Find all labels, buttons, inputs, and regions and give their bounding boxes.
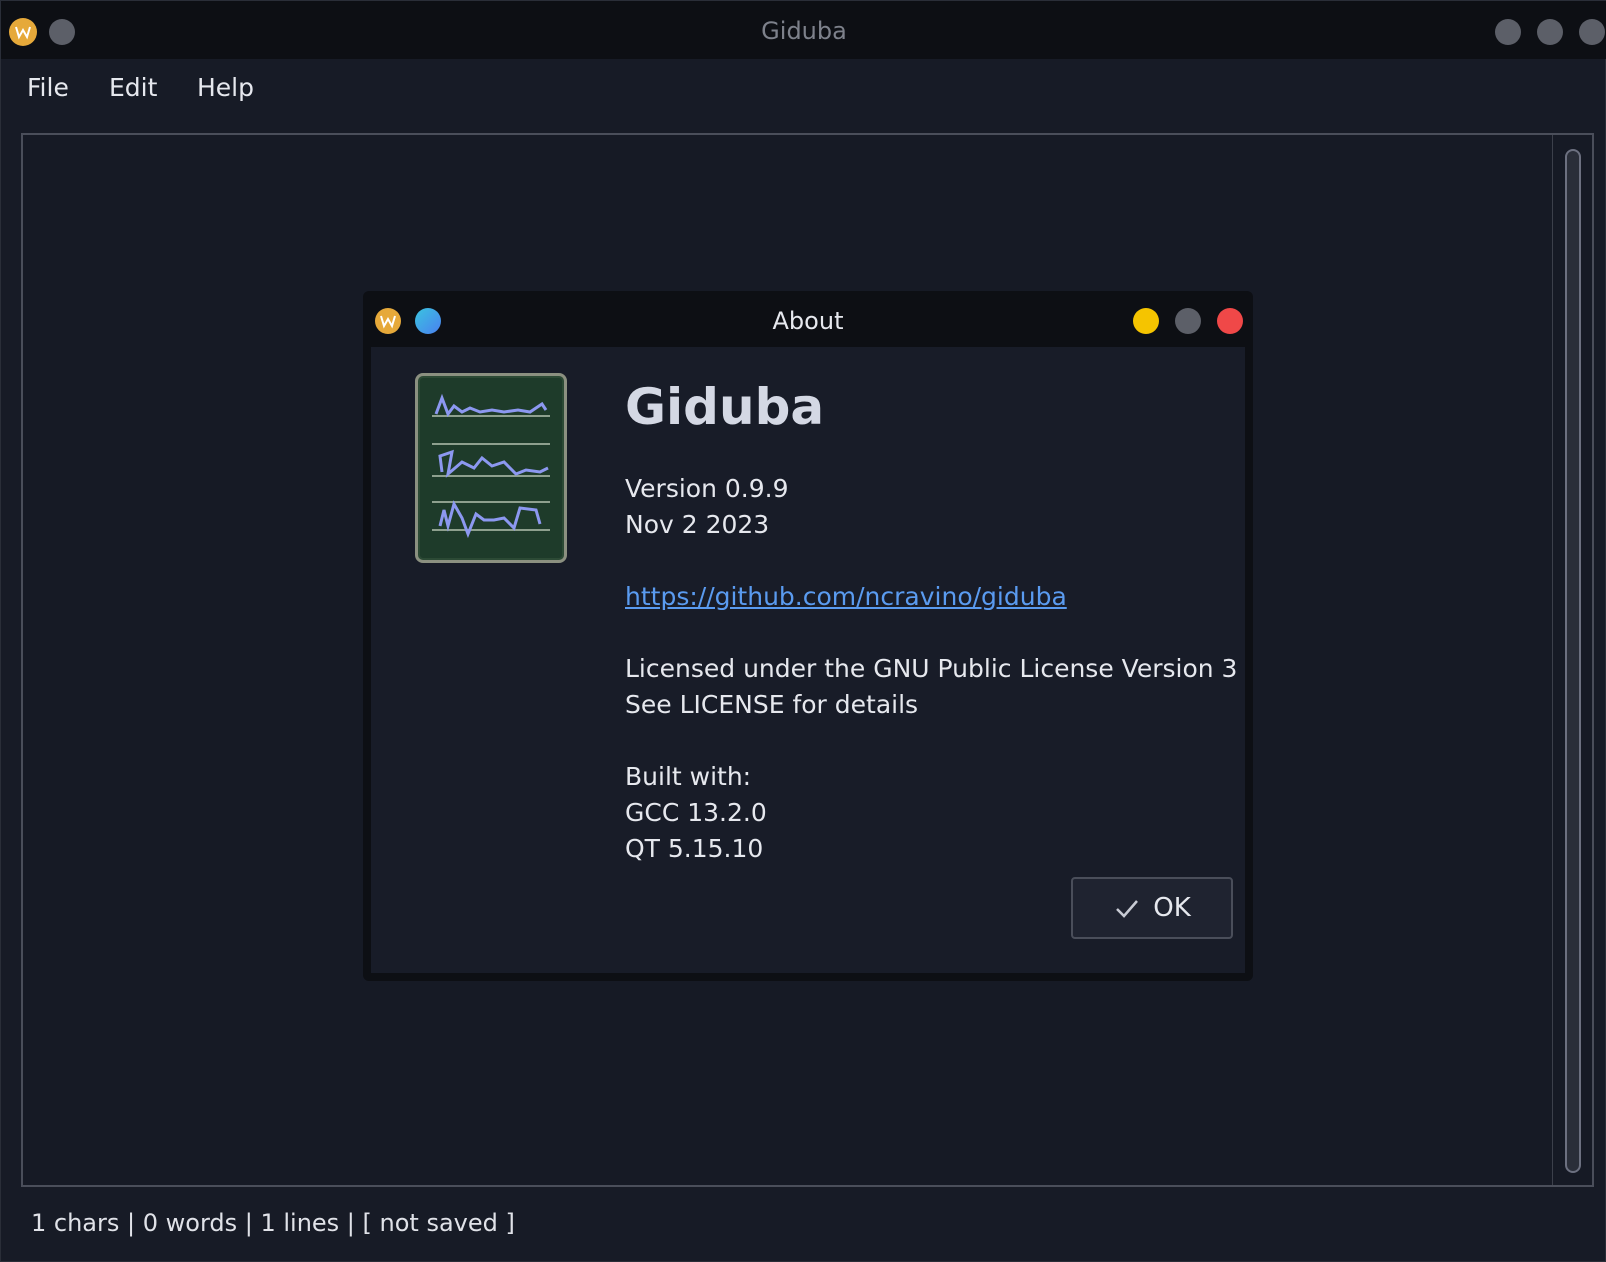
license-text: Licensed under the GNU Public License Ve… — [625, 654, 1238, 683]
maximize-button[interactable] — [1537, 19, 1563, 45]
license-details: See LICENSE for details — [625, 690, 919, 719]
build-date: Nov 2 2023 — [625, 510, 770, 539]
dialog-close-button[interactable] — [1217, 308, 1243, 334]
app-name: Giduba — [625, 378, 825, 436]
menu-help[interactable]: Help — [197, 73, 254, 102]
ok-button-label: OK — [1153, 893, 1191, 923]
menu-file[interactable]: File — [27, 73, 69, 102]
dialog-maximize-button[interactable] — [1175, 308, 1201, 334]
about-info: Giduba Version 0.9.9 Nov 2 2023 https://… — [625, 377, 1237, 867]
version-text: Version 0.9.9 — [625, 474, 789, 503]
status-bar: 1 chars | 0 words | 1 lines | [ not save… — [31, 1209, 515, 1237]
menu-edit[interactable]: Edit — [109, 73, 157, 102]
dialog-body: Giduba Version 0.9.9 Nov 2 2023 https://… — [371, 347, 1245, 973]
titlebar[interactable]: Giduba — [1, 1, 1606, 59]
qt-version: QT 5.15.10 — [625, 834, 764, 863]
app-notepad-icon — [415, 373, 567, 563]
main-window: Giduba File Edit Help 1 chars | 0 words … — [0, 0, 1606, 1262]
dialog-minimize-button[interactable] — [1133, 308, 1159, 334]
scrollbar-thumb[interactable] — [1565, 149, 1581, 1173]
checkmark-icon — [1116, 900, 1139, 918]
github-link[interactable]: https://github.com/ncravino/giduba — [625, 582, 1067, 611]
minimize-button[interactable] — [1495, 19, 1521, 45]
vertical-scrollbar[interactable] — [1552, 135, 1592, 1185]
about-dialog: About Giduba Version 0.9.9 Nov 2 2023 ht… — [363, 291, 1253, 981]
menubar: File Edit Help — [1, 59, 1606, 119]
ok-button[interactable]: OK — [1071, 877, 1233, 939]
window-title: Giduba — [761, 17, 847, 45]
dialog-title: About — [772, 307, 844, 335]
built-with-label: Built with: — [625, 762, 752, 791]
gcc-version: GCC 13.2.0 — [625, 798, 767, 827]
close-button[interactable] — [1579, 19, 1605, 45]
